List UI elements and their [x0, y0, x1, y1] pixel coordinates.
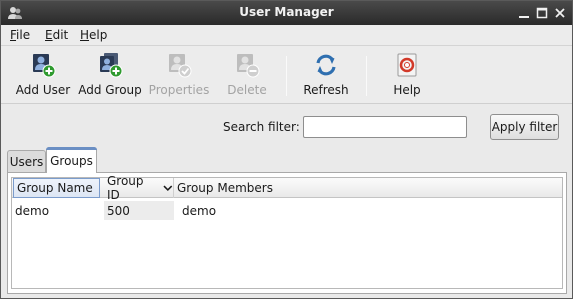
- menu-file[interactable]: File: [10, 28, 30, 42]
- table-row[interactable]: demo 500 demo: [12, 201, 562, 220]
- properties-label: Properties: [148, 83, 210, 97]
- cell-group-members: demo: [182, 203, 217, 218]
- help-label: Help: [393, 83, 421, 97]
- search-filter-label: Search filter:: [223, 120, 300, 134]
- maximize-icon: [536, 7, 548, 19]
- column-label: Group ID: [107, 174, 144, 202]
- delete-label: Delete: [227, 83, 267, 97]
- delete-button[interactable]: Delete: [221, 52, 273, 100]
- groups-table: Group Name Group ID Group Members demo 5…: [11, 174, 563, 289]
- close-button[interactable]: [552, 5, 568, 21]
- groups-panel: Group Name Group ID Group Members demo 5…: [7, 172, 567, 294]
- menu-help[interactable]: Help: [80, 28, 107, 42]
- menu-bar: File Edit Help: [1, 25, 572, 46]
- add-group-button[interactable]: Add Group: [78, 52, 142, 100]
- add-group-label: Add Group: [78, 83, 142, 97]
- add-user-button[interactable]: Add User: [15, 52, 71, 100]
- cell-group-name: demo: [15, 203, 50, 218]
- refresh-icon: [316, 54, 336, 76]
- column-label: Group Members: [177, 181, 273, 195]
- tab-users[interactable]: Users: [7, 150, 46, 172]
- column-header-group-id[interactable]: Group ID: [104, 174, 174, 202]
- cell-group-id: 500: [104, 201, 174, 220]
- toolbar: Add User Add Group Properties Delete Ref…: [1, 46, 572, 104]
- column-header-group-members[interactable]: Group Members: [174, 178, 562, 198]
- delete-icon: [237, 54, 260, 78]
- close-icon: [555, 8, 565, 18]
- toolbar-separator: [366, 56, 367, 96]
- search-filter-input[interactable]: [303, 116, 467, 138]
- add-group-icon: [100, 53, 123, 78]
- column-label: Group Name: [17, 181, 93, 195]
- minimize-button[interactable]: [516, 5, 532, 21]
- menu-edit[interactable]: Edit: [45, 28, 68, 42]
- user-manager-window: User Manager File Edit Help Add User Add…: [0, 0, 573, 299]
- minimize-icon: [519, 16, 529, 18]
- properties-button[interactable]: Properties: [148, 52, 210, 100]
- maximize-button[interactable]: [534, 5, 550, 21]
- sort-descending-icon: [163, 185, 173, 192]
- apply-filter-button[interactable]: Apply filter: [490, 114, 559, 140]
- refresh-label: Refresh: [303, 83, 349, 97]
- add-user-icon: [33, 54, 56, 78]
- table-header: Group Name Group ID Group Members: [12, 174, 562, 202]
- help-icon: [397, 53, 417, 77]
- column-header-group-name[interactable]: Group Name: [13, 178, 100, 198]
- title-bar[interactable]: User Manager: [1, 1, 572, 25]
- properties-icon: [169, 54, 192, 78]
- help-button[interactable]: Help: [386, 52, 428, 100]
- tab-groups[interactable]: Groups: [46, 147, 97, 173]
- toolbar-separator: [286, 56, 287, 96]
- window-title: User Manager: [239, 5, 334, 19]
- add-user-label: Add User: [15, 83, 71, 97]
- refresh-button[interactable]: Refresh: [301, 52, 351, 100]
